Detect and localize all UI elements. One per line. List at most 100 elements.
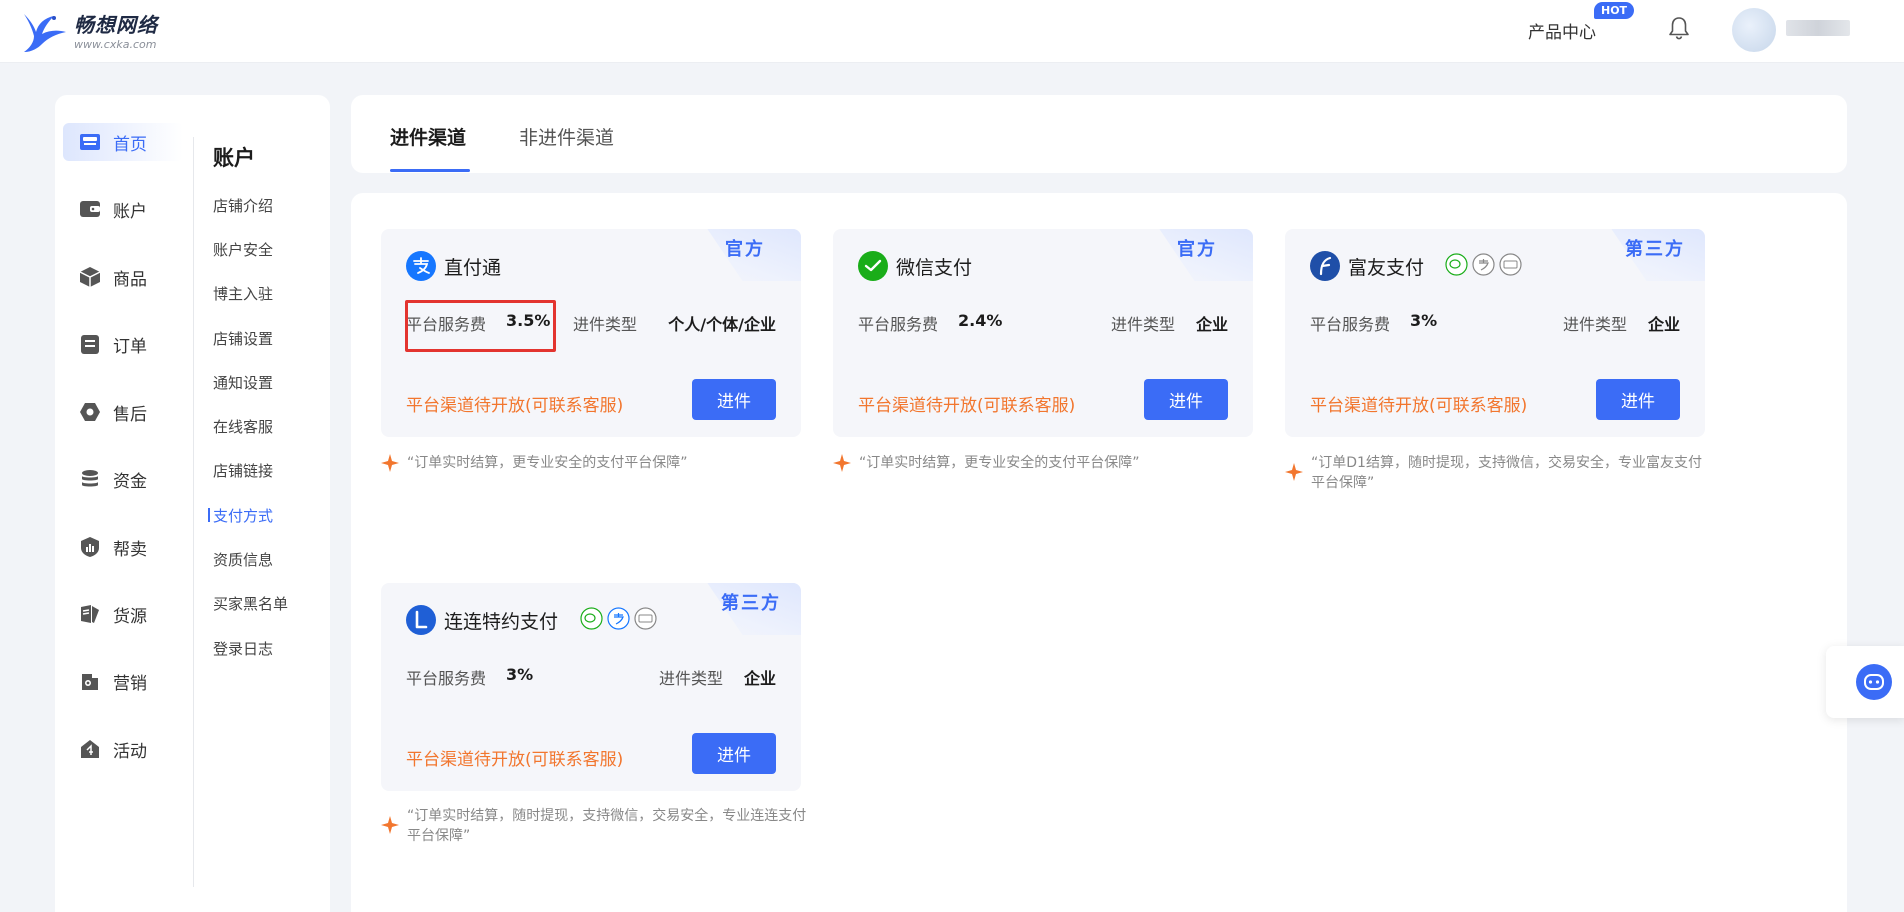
type-value: 企业 <box>1647 315 1680 334</box>
channel-name: 连连特约支付 <box>444 611 559 633</box>
main-nav-funds[interactable]: 资金 <box>63 460 183 498</box>
main-nav-label: 账户 <box>113 201 147 222</box>
main-nav-activity[interactable]: 活动 <box>63 730 183 768</box>
wallet-icon <box>80 201 100 217</box>
avatar[interactable] <box>1732 8 1776 52</box>
sub-nav-blogger-join[interactable]: 博主入驻 <box>213 283 273 304</box>
sub-nav-buyer-blacklist[interactable]: 买家黑名单 <box>213 593 288 614</box>
spark-icon <box>381 816 399 834</box>
top-bar: 畅想网络 www.cxka.com 产品中心 HOT <box>0 0 1904 63</box>
sub-nav-payment-method[interactable]: 支付方式 <box>207 505 273 526</box>
onboard-button[interactable]: 进件 <box>692 733 776 774</box>
sub-nav-store-settings[interactable]: 店铺设置 <box>213 328 273 349</box>
active-tab-indicator <box>390 169 470 172</box>
bell-icon[interactable] <box>1668 16 1690 40</box>
main-nav-marketing[interactable]: 营销 <box>63 662 183 700</box>
tab-onboarding-channels[interactable]: 进件渠道 <box>390 123 466 150</box>
sub-nav-store-link[interactable]: 店铺链接 <box>213 460 273 481</box>
sub-nav-notification-settings[interactable]: 通知设置 <box>213 372 273 393</box>
main-nav-label: 活动 <box>113 741 147 762</box>
channel-tabs: 进件渠道 非进件渠道 <box>351 95 1847 173</box>
pending-status: 平台渠道待开放(可联系客服) <box>1310 396 1528 416</box>
customer-service-float[interactable] <box>1826 646 1904 718</box>
lianlian-icon <box>406 605 436 635</box>
box-icon <box>79 267 101 287</box>
sub-nav-online-service[interactable]: 在线客服 <box>213 416 273 437</box>
wechat-mini-icon <box>580 607 603 630</box>
type-value: 个人/个体/企业 <box>668 315 776 334</box>
unionpay-mini-icon <box>634 607 657 630</box>
brand-url: www.cxka.com <box>74 37 157 51</box>
channel-card-wechat-pay: 官方 微信支付 平台服务费 2.4% 进件类型 企业 平台渠道待开放(可联系客服… <box>833 229 1253 437</box>
alipay-icon <box>406 251 436 281</box>
alipay-mini-icon <box>607 607 630 630</box>
main-nav-supply[interactable]: 货源 <box>63 595 183 633</box>
brand-name: 畅想网络 <box>74 12 158 37</box>
channel-name: 富友支付 <box>1348 257 1425 279</box>
main-nav-label: 订单 <box>113 336 147 357</box>
fee-value: 3% <box>506 665 534 684</box>
tab-non-onboarding-channels[interactable]: 非进件渠道 <box>519 123 614 150</box>
sub-nav-store-intro[interactable]: 店铺介绍 <box>213 195 273 216</box>
main-nav-aftersale[interactable]: 售后 <box>63 393 183 431</box>
type-value: 企业 <box>743 669 776 688</box>
spark-icon <box>381 454 399 472</box>
third-party-tag: 第三方 <box>721 593 781 614</box>
sub-nav-title: 账户 <box>213 146 255 170</box>
main-nav-goods[interactable]: 商品 <box>63 258 183 296</box>
payment-channels-panel: 官方 直付通 平台服务费 3.5% 进件类型 个人/个体/企业 平台渠道待开放(… <box>351 193 1847 912</box>
type-label: 进件类型 <box>1563 315 1628 334</box>
sub-nav-qualification[interactable]: 资质信息 <box>213 549 273 570</box>
sub-nav-login-log[interactable]: 登录日志 <box>213 638 273 659</box>
main-nav-account[interactable]: 账户 <box>63 190 183 228</box>
spark-icon <box>833 454 851 472</box>
main-nav-help-sell[interactable]: 帮卖 <box>63 528 183 566</box>
fee-label: 平台服务费 <box>406 669 487 688</box>
alipay-mini-icon <box>1472 253 1495 276</box>
sub-nav-account-security[interactable]: 账户安全 <box>213 239 273 260</box>
hexagon-icon <box>80 403 100 421</box>
pending-status: 平台渠道待开放(可联系客服) <box>406 750 624 770</box>
onboard-button[interactable]: 进件 <box>1144 379 1228 420</box>
nav-divider <box>193 137 194 887</box>
fee-label: 平台服务费 <box>858 315 939 334</box>
hot-badge: HOT <box>1594 2 1635 19</box>
main-nav-home[interactable]: 首页 <box>63 123 183 161</box>
note-text: “订单实时结算，随时提现，支持微信，交易安全，专业连连支付平台保障” <box>407 808 807 844</box>
onboard-button[interactable]: 进件 <box>1596 379 1680 420</box>
note-text: “订单实时结算，更专业安全的支付平台保障” <box>859 455 1140 471</box>
chat-bot-icon <box>1856 664 1892 700</box>
bird-logo-icon <box>24 14 66 52</box>
coins-icon <box>82 470 98 487</box>
type-label: 进件类型 <box>1111 315 1176 334</box>
main-nav-label: 售后 <box>113 404 147 425</box>
official-tag: 官方 <box>725 239 765 260</box>
marketing-icon <box>82 674 98 690</box>
channel-card-lianlian-pay: 第三方 连连特约支付 平台服务费 3% 进件类型 企业 平台渠道待开放(可联系客… <box>381 583 801 791</box>
wechat-mini-icon <box>1445 253 1468 276</box>
spark-icon <box>1285 463 1303 481</box>
product-center-link[interactable]: 产品中心 <box>1528 18 1596 43</box>
fee-label: 平台服务费 <box>1310 315 1391 334</box>
note-text: “订单D1结算，随时提现，支持微信，交易安全，专业富友支付平台保障” <box>1311 455 1702 491</box>
main-nav-label: 首页 <box>113 134 147 155</box>
brand-logo[interactable]: 畅想网络 www.cxka.com <box>20 10 158 54</box>
supported-payments <box>1445 253 1522 276</box>
main-nav-label: 商品 <box>113 269 147 290</box>
clipboard-icon <box>81 335 99 354</box>
wechat-pay-icon <box>858 251 888 281</box>
main-nav-label: 帮卖 <box>113 539 147 560</box>
fuiou-icon <box>1310 251 1340 281</box>
channel-name: 微信支付 <box>896 257 973 279</box>
activity-icon <box>81 740 99 758</box>
user-name-blurred[interactable] <box>1786 20 1850 36</box>
source-icon <box>81 605 99 623</box>
main-nav-orders[interactable]: 订单 <box>63 325 183 363</box>
onboard-button[interactable]: 进件 <box>692 379 776 420</box>
store-icon <box>80 134 100 150</box>
third-party-tag: 第三方 <box>1625 239 1685 260</box>
fee-value: 3% <box>1410 311 1438 330</box>
unionpay-mini-icon <box>1499 253 1522 276</box>
note-text: “订单实时结算，更专业安全的支付平台保障” <box>407 455 688 471</box>
pending-status: 平台渠道待开放(可联系客服) <box>858 396 1076 416</box>
